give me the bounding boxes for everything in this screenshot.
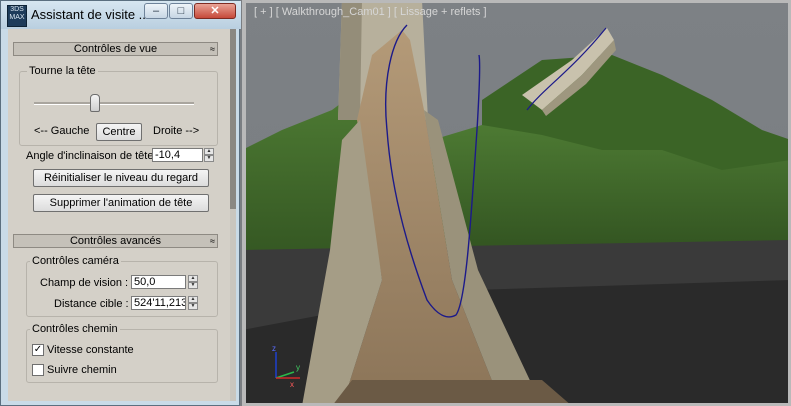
delete-head-animation-button[interactable]: Supprimer l'animation de tête (33, 194, 209, 212)
axis-z-label: z (272, 344, 276, 353)
viewport-label[interactable]: [ + ] [ Walkthrough_Cam01 ] [ Lissage + … (254, 6, 487, 18)
minimize-button[interactable]: – (144, 3, 168, 19)
field-of-view-field[interactable]: 50,0 (131, 275, 186, 289)
maximize-button[interactable]: □ (169, 3, 193, 19)
constant-speed-label: Vitesse constante (47, 344, 134, 356)
checkmark-icon: ✓ (33, 344, 43, 355)
app-logo-icon: 3DS MAX (7, 5, 27, 27)
viewport-scene: z y x (242, 0, 791, 406)
title-bar[interactable]: 3DS MAX Assistant de visite ... – □ ✕ (1, 1, 241, 29)
axis-x-label: x (290, 380, 294, 389)
view-controls-rollout-header[interactable]: Contrôles de vue ≈ (13, 42, 218, 56)
field-of-view-label: Champ de vision : (40, 277, 129, 289)
follow-path-checkbox[interactable] (32, 364, 44, 376)
field-of-view-spinner[interactable]: ▲ ▼ (188, 275, 198, 289)
right-direction-label: Droite --> (153, 125, 200, 137)
target-distance-field[interactable]: 524'11,213 (131, 296, 186, 310)
constant-speed-checkbox[interactable]: ✓ (32, 344, 44, 356)
window-title: Assistant de visite ... (31, 7, 150, 22)
view-controls-title: Contrôles de vue (73, 43, 158, 55)
collapse-icon[interactable]: ≈ (210, 235, 215, 247)
target-distance-spinner[interactable]: ▲ ▼ (188, 296, 198, 310)
target-distance-label: Distance cible : (54, 298, 129, 310)
head-turn-slider-thumb[interactable] (89, 94, 100, 112)
spinner-down-icon[interactable]: ▼ (204, 155, 214, 162)
camera-controls-group-label: Contrôles caméra (30, 255, 121, 267)
axis-y-label: y (296, 363, 300, 372)
spinner-up-icon[interactable]: ▲ (204, 148, 214, 155)
tilt-angle-spinner[interactable]: ▲ ▼ (204, 148, 214, 162)
spinner-up-icon[interactable]: ▲ (188, 275, 198, 282)
dialog-scrollbar[interactable] (230, 29, 236, 401)
tilt-angle-label: Angle d'inclinaison de tête (26, 150, 154, 162)
close-button[interactable]: ✕ (194, 3, 236, 19)
tilt-angle-field[interactable]: -10,4 (152, 148, 203, 162)
spinner-down-icon[interactable]: ▼ (188, 282, 198, 289)
scrollbar-thumb[interactable] (230, 29, 236, 209)
path-controls-group-label: Contrôles chemin (30, 323, 120, 335)
spinner-up-icon[interactable]: ▲ (188, 296, 198, 303)
walkthrough-assistant-window: 3DS MAX Assistant de visite ... – □ ✕ Co… (0, 0, 241, 406)
center-button[interactable]: Centre (96, 123, 142, 141)
head-turn-slider-track[interactable] (34, 102, 194, 105)
left-direction-label: <-- Gauche (34, 125, 90, 137)
head-turn-group-label: Tourne la tête (27, 65, 98, 77)
follow-path-label: Suivre chemin (47, 364, 117, 376)
advanced-controls-rollout-header[interactable]: Contrôles avancés ≈ (13, 234, 218, 248)
advanced-controls-title: Contrôles avancés (69, 235, 162, 247)
collapse-icon[interactable]: ≈ (210, 43, 215, 55)
reset-eye-level-button[interactable]: Réinitialiser le niveau du regard (33, 169, 209, 187)
spinner-down-icon[interactable]: ▼ (188, 303, 198, 310)
